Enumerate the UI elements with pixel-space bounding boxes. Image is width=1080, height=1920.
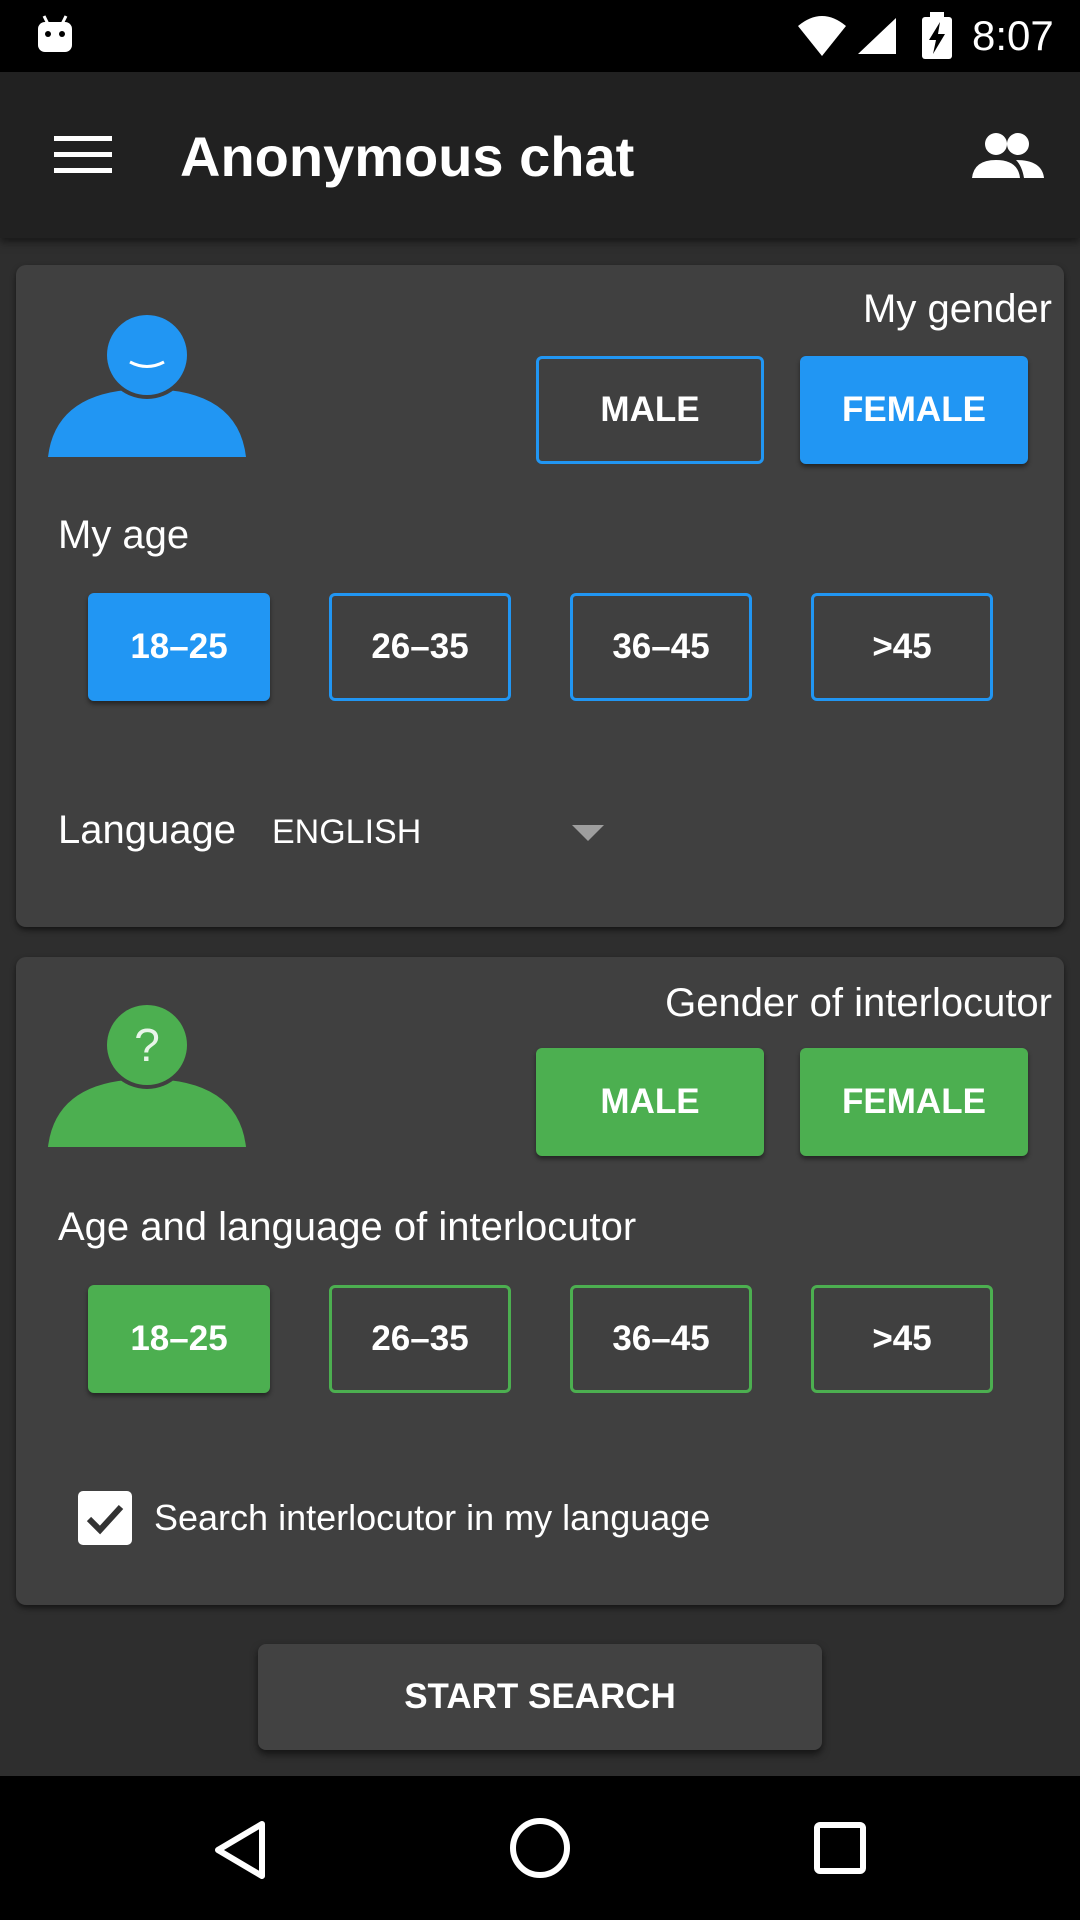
navigation-bar	[0, 1776, 1080, 1920]
interlocutor-gender-female-button[interactable]: FEMALE	[800, 1048, 1028, 1156]
clock: 8:07	[972, 12, 1054, 59]
same-language-label: Search interlocutor in my language	[154, 1497, 711, 1538]
my-gender-male-button[interactable]: MALE	[536, 356, 764, 464]
back-icon[interactable]	[212, 1820, 268, 1880]
my-age-36-45-button[interactable]: 36–45	[570, 593, 752, 701]
question-mark: ?	[134, 1019, 160, 1071]
interlocutor-age-label: Age and language of interlocutor	[58, 1205, 637, 1249]
interlocutor-gender-label: Gender of interlocutor	[665, 981, 1052, 1025]
menu-icon[interactable]	[54, 134, 112, 174]
interlocutor-age-over-45-button[interactable]: >45	[811, 1285, 993, 1393]
wifi-icon	[798, 16, 846, 56]
language-value: ENGLISH	[272, 813, 422, 851]
signal-icon	[858, 18, 896, 54]
dropdown-arrow-icon	[572, 825, 604, 841]
interlocutor-age-26-35-button[interactable]: 26–35	[329, 1285, 511, 1393]
people-icon[interactable]	[972, 132, 1044, 180]
checkmark-icon	[86, 1504, 124, 1535]
app-title: Anonymous chat	[180, 125, 635, 188]
my-age-18-25-button[interactable]: 18–25	[88, 593, 270, 701]
android-icon	[38, 15, 72, 52]
home-icon[interactable]	[508, 1816, 572, 1880]
battery-charging-icon	[922, 12, 952, 59]
interlocutor-age-36-45-button[interactable]: 36–45	[570, 1285, 752, 1393]
recents-icon[interactable]	[814, 1822, 866, 1874]
my-age-label: My age	[58, 513, 190, 557]
my-gender-label: My gender	[863, 287, 1052, 331]
app-bar: Anonymous chat	[0, 72, 1080, 238]
start-search-button[interactable]: START SEARCH	[258, 1644, 822, 1750]
my-avatar-icon	[48, 311, 246, 457]
my-profile-card: My gender MALE FEMALE My age 18–25 26–35…	[16, 265, 1064, 927]
interlocutor-card: ? Gender of interlocutor MALE FEMALE Age…	[16, 957, 1064, 1605]
my-gender-female-button[interactable]: FEMALE	[800, 356, 1028, 464]
interlocutor-age-18-25-button[interactable]: 18–25	[88, 1285, 270, 1393]
my-age-26-35-button[interactable]: 26–35	[329, 593, 511, 701]
language-dropdown[interactable]: ENGLISH	[272, 811, 612, 861]
same-language-checkbox[interactable]	[78, 1491, 132, 1545]
language-label: Language	[58, 808, 236, 852]
my-age-over-45-button[interactable]: >45	[811, 593, 993, 701]
interlocutor-avatar-icon: ?	[48, 1001, 246, 1147]
interlocutor-gender-male-button[interactable]: MALE	[536, 1048, 764, 1156]
status-bar: 8:07	[0, 0, 1080, 72]
